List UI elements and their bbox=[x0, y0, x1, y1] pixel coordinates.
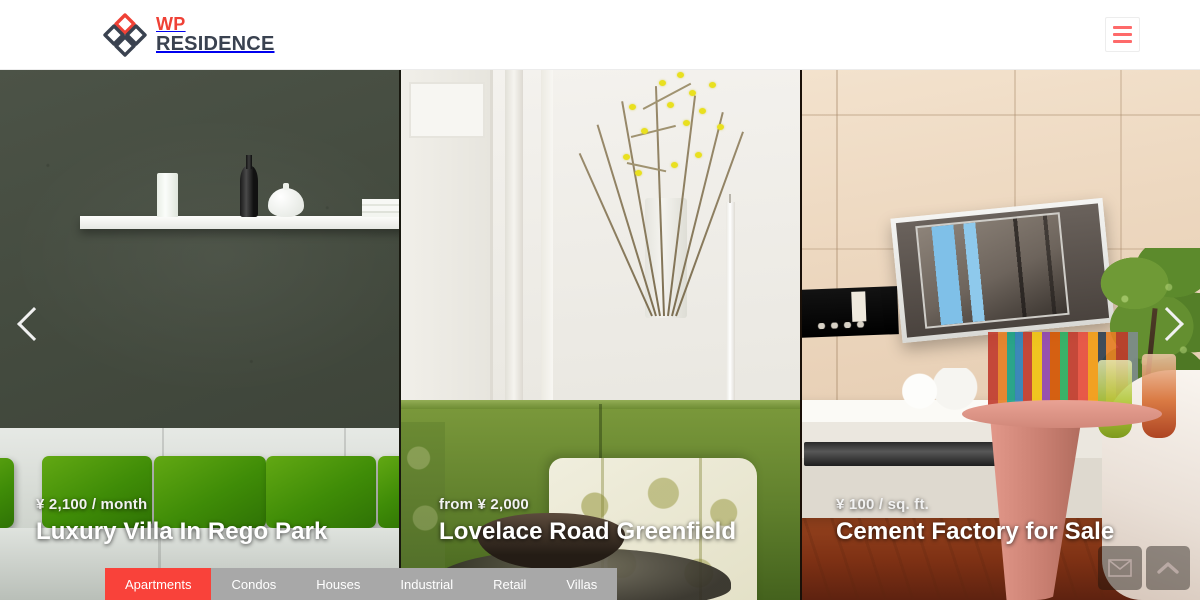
slide-item[interactable]: ¥ 2,100 / month Luxury Villa In Rego Par… bbox=[0, 70, 399, 600]
tab-apartments[interactable]: Apartments bbox=[105, 568, 212, 600]
hamburger-menu-icon[interactable] bbox=[1105, 17, 1140, 52]
slide-item[interactable]: from ¥ 2,000 Lovelace Road Greenfield bbox=[399, 70, 800, 600]
property-category-tabs: Apartments Condos Houses Industrial Reta… bbox=[105, 568, 618, 600]
slide-title: Cement Factory for Sale bbox=[836, 518, 1115, 545]
diamond-logo-icon bbox=[103, 12, 147, 57]
logo-text: WP RESIDENCE bbox=[156, 13, 275, 55]
menu-bar-2 bbox=[1113, 33, 1132, 36]
tab-industrial[interactable]: Industrial bbox=[380, 568, 473, 600]
slide-item[interactable]: ¥ 100 / sq. ft. Cement Factory for Sale bbox=[800, 70, 1200, 600]
slide-title: Lovelace Road Greenfield bbox=[439, 518, 737, 545]
tab-condos[interactable]: Condos bbox=[211, 568, 296, 600]
slide-caption: ¥ 2,100 / month Luxury Villa In Rego Par… bbox=[36, 496, 327, 546]
floating-action-buttons bbox=[1098, 546, 1190, 590]
site-header: WP RESIDENCE bbox=[0, 0, 1200, 70]
tab-villas[interactable]: Villas bbox=[546, 568, 617, 600]
envelope-icon[interactable] bbox=[1098, 546, 1142, 590]
menu-bar-1 bbox=[1113, 26, 1132, 29]
slide-price: ¥ 2,100 / month bbox=[36, 496, 148, 513]
chevron-right-icon[interactable] bbox=[1148, 295, 1192, 353]
logo-text-wp: WP bbox=[156, 13, 186, 34]
slide-price: from ¥ 2,000 bbox=[439, 496, 529, 513]
slide-caption: ¥ 100 / sq. ft. Cement Factory for Sale bbox=[836, 496, 1114, 546]
slide-price: ¥ 100 / sq. ft. bbox=[836, 496, 930, 513]
slide-caption: from ¥ 2,000 Lovelace Road Greenfield bbox=[439, 496, 736, 546]
property-slider: ¥ 2,100 / month Luxury Villa In Rego Par… bbox=[0, 70, 1200, 600]
chevron-left-icon[interactable] bbox=[8, 295, 52, 353]
tab-houses[interactable]: Houses bbox=[296, 568, 380, 600]
tab-retail[interactable]: Retail bbox=[473, 568, 546, 600]
chevron-up-icon[interactable] bbox=[1146, 546, 1190, 590]
site-logo[interactable]: WP RESIDENCE bbox=[103, 12, 275, 57]
slide-title: Luxury Villa In Rego Park bbox=[36, 518, 328, 545]
page-root: WP RESIDENCE ¥ 2,100 / month Luxury Vill… bbox=[0, 0, 1200, 600]
logo-text-residence: RESIDENCE bbox=[156, 32, 275, 55]
menu-bar-3 bbox=[1113, 40, 1132, 43]
